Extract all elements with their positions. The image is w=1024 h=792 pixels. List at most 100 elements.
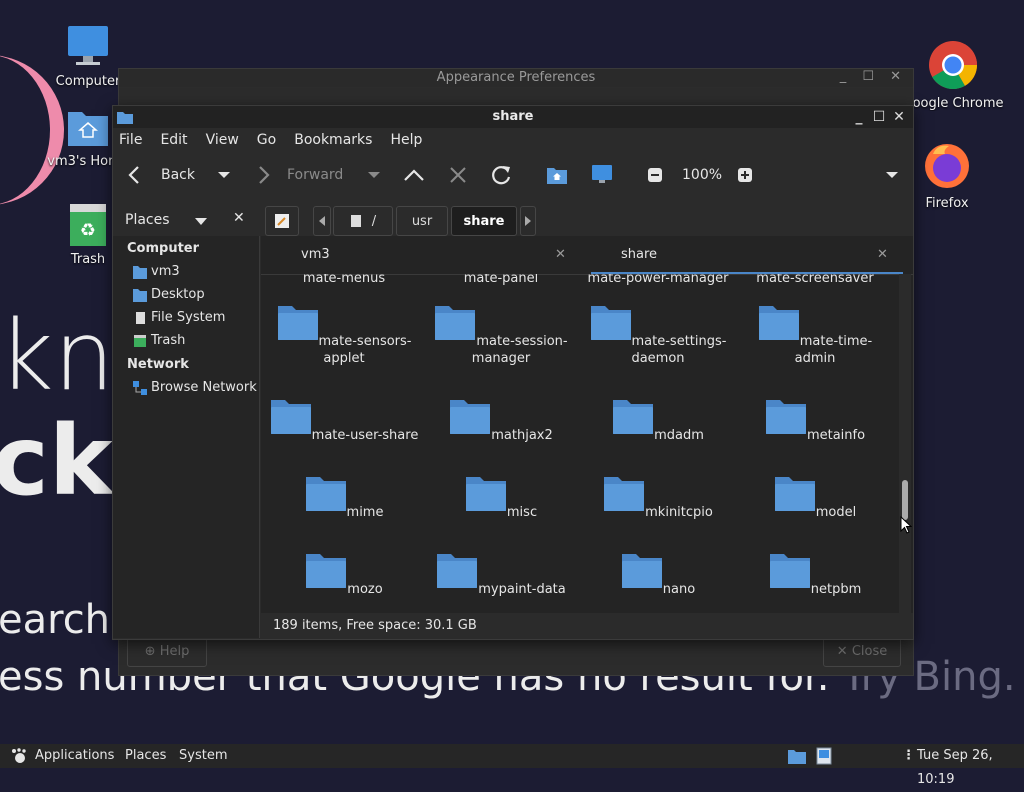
folder-label: mate-panel [463,274,539,286]
folder-label: nano [662,582,696,597]
list-item[interactable]: mate-session-manager [426,303,576,367]
menu-edit[interactable]: Edit [160,132,187,148]
close-window-icon[interactable]: ✕ [891,106,907,128]
sidebar-item-label: Desktop [151,287,205,302]
menu-help[interactable]: Help [390,132,422,148]
list-item[interactable]: mate-power-manager [583,274,733,287]
chevron-down-icon[interactable] [195,218,207,225]
menu-file[interactable]: File [119,132,142,148]
sidebar-item-label: File System [151,310,226,325]
icon-grid: mate-menus mate-panel mate-power-manager… [261,274,897,613]
zoom-out-button[interactable] [647,152,663,198]
reload-button[interactable] [489,152,513,198]
sidebar-item-desktop[interactable]: Desktop [113,283,259,306]
panel-places-menu[interactable]: Places [125,744,166,768]
desktop-chrome[interactable]: Google Chrome [901,40,1005,111]
list-item[interactable]: nano [583,551,733,598]
list-item[interactable]: misc [426,474,576,521]
file-manager-titlebar[interactable]: share _ ☐ ✕ [113,106,913,128]
sidebar-item-trash[interactable]: Trash [113,329,259,352]
tab-vm3[interactable]: vm3 [301,236,330,274]
up-button[interactable] [403,152,425,198]
appearance-close-button[interactable]: ✕ Close [823,637,901,667]
sidebar-places-label[interactable]: Places [125,212,170,228]
sidebar-item-vm3[interactable]: vm3 [113,260,259,283]
desktop-firefox-label: Firefox [925,196,969,211]
list-item[interactable]: mate-sensors-applet [269,303,419,367]
wallpaper-text-search: earchi [0,597,122,643]
panel-clock[interactable]: Tue Sep 26, 10:19 [917,744,1024,792]
folder-icon [306,554,347,588]
places-sidebar: Computer vm3 Desktop File System Trash N… [113,236,260,638]
sidebar-item-browse-network[interactable]: Browse Network [113,376,259,399]
appearance-window-controls[interactable]: _ ☐ ✕ [840,69,907,84]
svg-text:♻: ♻ [80,220,96,241]
list-item[interactable]: netpbm [740,551,890,598]
breadcrumb-scroll-left[interactable] [313,206,331,236]
status-bar: 189 items, Free space: 30.1 GB [273,618,477,633]
sidebar-item-label: vm3 [151,264,180,279]
back-button[interactable]: Back [127,152,195,198]
menu-view[interactable]: View [206,132,239,148]
folder-icon [435,306,476,340]
panel-applications-menu[interactable]: Applications [35,744,114,768]
list-item[interactable]: model [740,474,890,521]
vertical-scrollbar[interactable] [899,274,911,613]
close-sidebar-icon[interactable]: ✕ [233,210,245,226]
breadcrumb-share-label: share [463,213,505,229]
list-item[interactable]: mate-time-admin [740,303,890,367]
list-item[interactable]: mate-settings-daemon [583,303,733,367]
edit-location-button[interactable] [265,206,299,236]
zoom-in-icon [738,168,752,182]
folder-icon [270,400,311,434]
forward-history-dropdown[interactable] [367,152,381,198]
breadcrumb-scroll-right[interactable] [520,206,536,236]
appearance-help-button[interactable]: ⊕ Help [127,637,207,667]
panel-separator-icon: ⋮ [902,748,915,763]
file-manager-window[interactable]: share _ ☐ ✕ File Edit View Go Bookmarks … [112,105,914,640]
list-item[interactable]: mime [269,474,419,521]
menu-go[interactable]: Go [257,132,276,148]
appearance-taskbar-icon[interactable] [816,747,832,765]
list-item[interactable]: metainfo [740,397,890,444]
stop-button[interactable] [449,152,467,198]
back-label: Back [161,167,195,183]
list-item[interactable]: mozo [269,551,419,598]
panel-system-menu[interactable]: System [179,744,227,768]
zoom-level[interactable]: 100% [682,152,722,198]
close-icon: ✕ [836,644,848,659]
list-item[interactable]: mkinitcpio [583,474,733,521]
list-item[interactable]: mate-panel [426,274,576,287]
zoom-in-button[interactable] [737,152,753,198]
computer-button[interactable] [591,152,613,198]
tab-share[interactable]: share [621,236,657,274]
scrollbar-thumb[interactable] [902,480,908,520]
maximize-icon[interactable]: ☐ [871,106,887,128]
zoom-out-icon [648,168,662,182]
breadcrumb-share[interactable]: share [451,206,517,236]
desktop-firefox[interactable]: Firefox [902,142,992,211]
home-button[interactable] [547,152,567,198]
folder-taskbar-icon[interactable] [788,748,806,764]
close-tab-icon[interactable]: ✕ [555,236,566,274]
list-item[interactable]: mate-user-share [269,397,419,444]
gnome-foot-icon [12,748,26,763]
breadcrumb-root[interactable]: / [333,206,393,236]
forward-button[interactable]: Forward [257,152,343,198]
list-item[interactable]: mate-menus [269,274,419,287]
firefox-icon [925,144,969,188]
menu-bookmarks[interactable]: Bookmarks [294,132,372,148]
list-item[interactable]: mate-screensaver [740,274,890,287]
list-item[interactable]: mypaint-data [426,551,576,598]
sidebar-item-filesystem[interactable]: File System [113,306,259,329]
back-history-dropdown[interactable] [217,152,231,198]
folder-label: mozo [347,582,383,597]
window-title: share [492,109,534,124]
breadcrumb-usr[interactable]: usr [396,206,448,236]
breadcrumb-root-label: / [371,213,377,229]
list-item[interactable]: mathjax2 [426,397,576,444]
minimize-icon[interactable]: _ [851,106,867,128]
list-item[interactable]: mdadm [583,397,733,444]
toolbar-overflow-dropdown[interactable] [885,152,899,198]
close-tab-icon[interactable]: ✕ [877,236,888,274]
